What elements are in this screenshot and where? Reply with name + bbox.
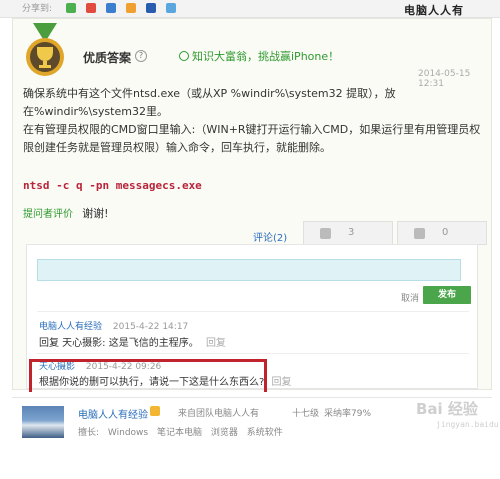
promo-text: 知识大富翁，挑战赢iPhone！	[192, 50, 340, 63]
command-text: ntsd -c q -pn messagecs.exe	[23, 179, 202, 192]
share-icon-lightblue[interactable]	[166, 3, 176, 13]
best-answer-label: 优质答案	[83, 51, 132, 65]
author-footer: 电脑人人有经验 来自团队电脑人人有 十七级 采纳率79% 擅长: Windows…	[12, 392, 500, 479]
skills-label: 擅长:	[78, 428, 100, 438]
skill-tag[interactable]: Windows	[108, 428, 148, 438]
promo-icon	[179, 51, 189, 61]
downvote-button[interactable]: 0	[397, 221, 487, 245]
share-icon-red[interactable]	[86, 3, 96, 13]
author-team[interactable]: 来自团队电脑人人有	[178, 406, 259, 419]
skill-tag[interactable]: 笔记本电脑	[157, 428, 202, 438]
comment-body: 回复 天心摄影: 这是飞信的主程序。 回复	[39, 334, 226, 349]
asker-rating: 提问者评价 谢谢!	[23, 205, 109, 221]
asker-rating-label: 提问者评价	[23, 209, 73, 220]
answer-paragraph-1: 确保系统中有这个文件ntsd.exe（或从XP %windir%\system3…	[23, 87, 396, 118]
comment-reply-link[interactable]: 回复	[206, 338, 226, 349]
help-icon[interactable]: ?	[135, 50, 147, 62]
comment-meta: 电脑人人有经验 2015-4-22 14:17	[39, 319, 188, 332]
answer-paragraph-2: 在有管理员权限的CMD窗口里输入:（WIN+R键打开运行输入CMD，如果运行里有…	[23, 123, 481, 154]
site-watermark: 电脑人人有	[404, 4, 464, 17]
crown-icon	[150, 406, 160, 416]
share-toolbar: 分享到: 电脑人人有	[0, 0, 500, 18]
trophy-medal-icon	[26, 23, 64, 76]
baidu-watermark: Bai 经验	[416, 400, 478, 418]
highlight-box	[29, 359, 267, 395]
comment-reply-prefix: 回复 天心摄影:	[39, 338, 106, 349]
share-icon-darkblue[interactable]	[146, 3, 156, 13]
author-level: 十七级	[292, 409, 320, 419]
promo-link[interactable]: 知识大富翁，挑战赢iPhone！	[179, 48, 339, 64]
best-answer-panel: 优质答案 ? 知识大富翁，挑战赢iPhone！ 2014-05-15 12:31…	[12, 18, 492, 390]
asker-rating-text: 谢谢!	[82, 207, 109, 220]
downvote-count: 0	[442, 227, 449, 238]
share-label: 分享到:	[22, 4, 53, 14]
share-icon-blue[interactable]	[106, 3, 116, 13]
comment-date: 2015-4-22 14:17	[112, 322, 189, 332]
upvote-button[interactable]: 3	[303, 221, 393, 245]
thumbs-down-icon	[414, 228, 425, 239]
author-name[interactable]: 电脑人人有经验	[78, 406, 148, 421]
comment-reply-link[interactable]: 回复	[272, 377, 292, 388]
adoption-rate: 采纳率79%	[324, 409, 372, 419]
avatar[interactable]	[22, 406, 64, 438]
skill-tag[interactable]: 浏览器	[211, 428, 238, 438]
share-icon-green[interactable]	[66, 3, 76, 13]
publish-button[interactable]: 发布	[423, 286, 471, 304]
divider	[37, 353, 469, 354]
cancel-button[interactable]: 取消	[401, 291, 419, 304]
comments-link[interactable]: 评论(2)	[253, 229, 287, 244]
comment-author[interactable]: 电脑人人有经验	[39, 322, 102, 332]
reply-input[interactable]	[37, 259, 461, 281]
comment-text: 这是飞信的主程序。	[108, 338, 199, 349]
author-skills: 擅长: Windows 笔记本电脑 浏览器 系统软件	[78, 425, 289, 438]
divider	[37, 311, 469, 312]
upvote-count: 3	[348, 227, 355, 238]
thumbs-up-icon	[320, 228, 331, 239]
share-icon-orange[interactable]	[126, 3, 136, 13]
skill-tag[interactable]: 系统软件	[247, 428, 283, 438]
baidu-watermark-url: jingyan.baidu.com	[436, 420, 500, 429]
